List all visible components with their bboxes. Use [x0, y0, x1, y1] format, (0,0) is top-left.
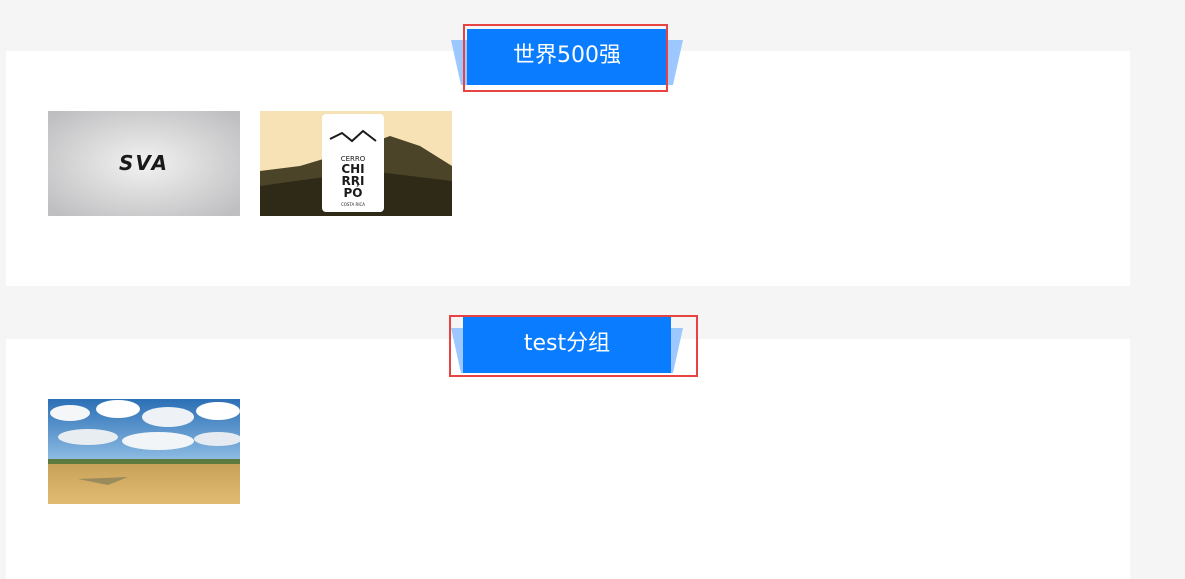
- cerro-chirripo-image[interactable]: CERRO CHI RRI PÓ COSTA RICA: [260, 111, 452, 216]
- sva-logo-image[interactable]: SVA: [48, 111, 240, 216]
- cerro-line-4: PÓ: [344, 185, 363, 200]
- sva-logo-text: SVA: [119, 151, 169, 175]
- highlight-box-group-2: [449, 315, 698, 377]
- highlight-box-group-1: [463, 24, 668, 92]
- cerro-footer: COSTA RICA: [341, 202, 365, 207]
- wheat-field-image[interactable]: [48, 399, 240, 504]
